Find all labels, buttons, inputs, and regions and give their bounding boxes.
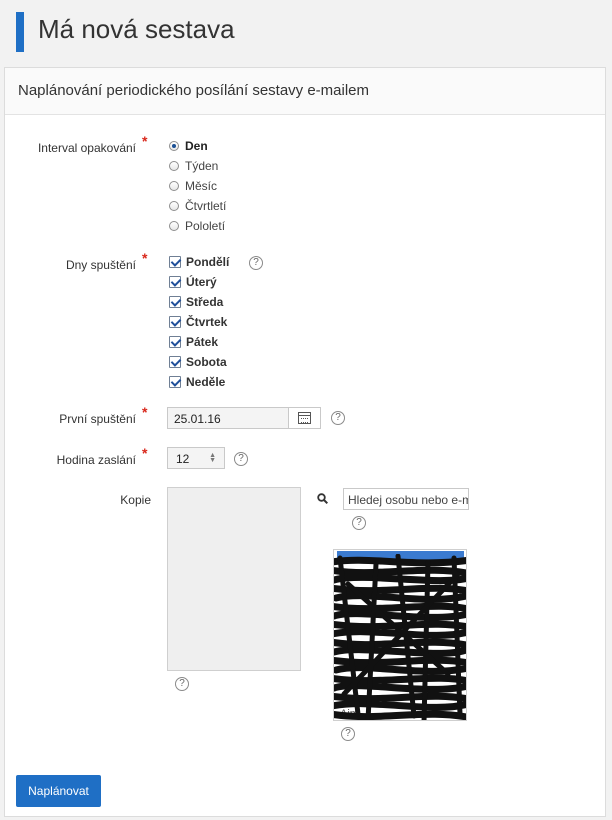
interval-option-month[interactable]: Měsíc	[169, 177, 217, 195]
first-run-required-mark: *	[142, 404, 148, 420]
radio-quarter[interactable]	[169, 201, 179, 211]
search-results-listbox[interactable]: s@ ik Aim	[333, 549, 467, 721]
checkbox-saturday[interactable]	[169, 356, 181, 368]
interval-option-day[interactable]: Den	[169, 137, 208, 155]
panel-heading-text: Naplánování periodického posílání sestav…	[18, 82, 370, 99]
send-hour-select[interactable]: 12 ▲ ▼	[167, 447, 225, 469]
panel-heading: Naplánování periodického posílání sestav…	[5, 68, 605, 115]
help-glyph: ?	[335, 412, 341, 423]
checkbox-label-thursday: Čtvrtek	[186, 315, 228, 329]
radio-halfyear[interactable]	[169, 221, 179, 231]
checkbox-label-friday: Pátek	[186, 335, 219, 349]
help-glyph: ?	[345, 728, 351, 739]
checkbox-friday[interactable]	[169, 336, 181, 348]
radio-month[interactable]	[169, 181, 179, 191]
interval-option-halfyear[interactable]: Pololetí	[169, 217, 225, 235]
person-search-input[interactable]: Hledej osobu nebo e-mail	[343, 488, 469, 510]
day-option-monday[interactable]: Pondělí	[169, 253, 229, 271]
checkbox-thursday[interactable]	[169, 316, 181, 328]
title-accent-bar	[16, 12, 24, 52]
help-glyph: ?	[179, 678, 185, 689]
copy-label: Kopie	[120, 493, 151, 507]
send-hour-label: Hodina zaslání	[56, 453, 136, 467]
day-option-friday[interactable]: Pátek	[169, 333, 218, 351]
interval-label: Interval opakování	[37, 141, 136, 155]
search-icon[interactable]	[317, 493, 328, 504]
radio-label-week: Týden	[185, 159, 219, 173]
checkbox-sunday[interactable]	[169, 376, 181, 388]
checkbox-label-monday: Pondělí	[186, 255, 230, 269]
schedule-panel: Naplánování periodického posílání sestav…	[4, 67, 606, 817]
checkbox-label-wednesday: Středa	[186, 295, 224, 309]
send-hour-value: 12	[176, 452, 190, 466]
interval-required-mark: *	[142, 133, 148, 149]
first-run-help-icon[interactable]: ?	[331, 411, 345, 425]
page-header: Má nová sestava	[0, 0, 612, 64]
first-run-date-input[interactable]: 25.01.16	[167, 407, 289, 429]
day-option-thursday[interactable]: Čtvrtek	[169, 313, 227, 331]
radio-label-halfyear: Pololetí	[185, 219, 226, 233]
copy-selected-listbox[interactable]	[167, 487, 301, 671]
radio-label-day: Den	[185, 139, 208, 153]
checkbox-label-tuesday: Úterý	[186, 275, 217, 289]
radio-label-month: Měsíc	[185, 179, 218, 193]
help-glyph: ?	[238, 453, 244, 464]
checkbox-label-saturday: Sobota	[186, 355, 227, 369]
checkbox-label-sunday: Neděle	[186, 375, 226, 389]
first-run-label: První spuštění	[59, 412, 136, 426]
interval-option-week[interactable]: Týden	[169, 157, 218, 175]
day-option-saturday[interactable]: Sobota	[169, 353, 227, 371]
checkbox-monday[interactable]	[169, 256, 181, 268]
radio-label-quarter: Čtvrtletí	[185, 199, 227, 213]
send-hour-help-icon[interactable]: ?	[234, 452, 248, 466]
checkbox-tuesday[interactable]	[169, 276, 181, 288]
days-required-mark: *	[142, 250, 148, 266]
help-glyph: ?	[356, 517, 362, 528]
redaction-scribble	[334, 554, 466, 720]
copy-list-help-icon[interactable]: ?	[175, 677, 189, 691]
day-option-sunday[interactable]: Neděle	[169, 373, 225, 391]
select-arrows-icon: ▲ ▼	[209, 452, 216, 464]
help-glyph: ?	[253, 257, 259, 268]
days-label: Dny spuštění	[65, 258, 136, 272]
schedule-submit-button[interactable]: Naplánovat	[16, 775, 101, 807]
days-help-icon[interactable]: ?	[249, 256, 263, 270]
calendar-icon	[298, 412, 311, 424]
page-title: Má nová sestava	[38, 14, 235, 44]
day-option-tuesday[interactable]: Úterý	[169, 273, 217, 291]
checkbox-wednesday[interactable]	[169, 296, 181, 308]
search-help-icon[interactable]: ?	[352, 516, 366, 530]
day-option-wednesday[interactable]: Středa	[169, 293, 223, 311]
date-picker-button[interactable]	[289, 407, 321, 429]
radio-day[interactable]	[169, 141, 179, 151]
results-help-icon[interactable]: ?	[341, 727, 355, 741]
interval-option-quarter[interactable]: Čtvrtletí	[169, 197, 226, 215]
radio-week[interactable]	[169, 161, 179, 171]
send-hour-required-mark: *	[142, 445, 148, 461]
